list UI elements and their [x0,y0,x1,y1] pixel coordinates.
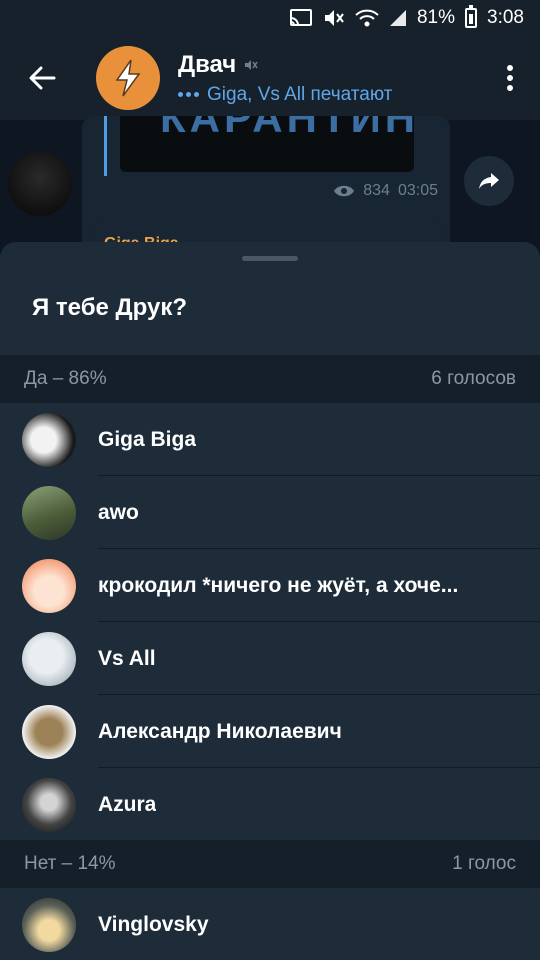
view-count: 834 [363,182,390,199]
typing-status: Giga, Vs All печатают [178,84,480,106]
message-time: 03:05 [397,182,438,199]
voter-row[interactable]: крокодил *ничего не жуёт, а хоче... [0,549,540,622]
cast-icon [289,9,313,27]
quote-bar [104,116,107,176]
sender-avatar[interactable] [8,152,72,216]
wifi-icon [355,8,379,28]
muted-speaker-icon [245,59,258,70]
sheet-grabber[interactable] [242,256,298,261]
image-caption: КАРАНТИН [160,116,414,141]
voter-row[interactable]: Александр Николаевич [0,695,540,768]
share-arrow-icon [479,173,499,189]
lightning-icon [115,59,141,97]
voter-name: awo [98,500,139,524]
avatar [22,704,76,759]
voter-name: Giga Biga [98,427,197,451]
status-bar: 81% 3:08 [0,0,540,36]
signal-icon [389,9,407,27]
channel-avatar[interactable] [96,46,160,110]
telegram-screen: 81% 3:08 Двач Giga, Vs All печатают КАРА… [0,0,540,960]
header-info[interactable]: Двач Giga, Vs All печатают [178,51,480,106]
battery-percent: 81% [416,7,456,28]
clock: 3:08 [487,7,524,28]
chat-area: КАРАНТИН 834 03:05 Giga Biga [0,116,540,333]
voter-row[interactable]: awo [0,476,540,549]
option-vote-count: 6 голосов [431,368,516,389]
voter-name: Александр Николаевич [98,719,342,743]
avatar [22,631,76,686]
typing-text: Giga, Vs All печатают [207,83,393,105]
voter-name: Vs All [98,646,156,670]
avatar [22,558,76,613]
back-button[interactable] [0,36,84,120]
voter-name: Vinglovsky [98,912,209,936]
channel-title: Двач [178,50,237,78]
avatar [22,412,76,467]
voter-name: крокодил *ничего не жуёт, а хоче... [98,573,459,597]
voter-row[interactable]: Vinglovsky [0,888,540,960]
voter-name: Azura [98,792,157,816]
avatar [22,897,76,952]
share-button[interactable] [464,156,514,206]
avatar [22,485,76,540]
voter-row[interactable]: Azura [0,768,540,841]
option-label: Да – 86% [24,368,107,389]
poll-results-sheet: Я тебе Друк? Да – 86% 6 голосов Giga Big… [0,242,540,960]
more-menu-button[interactable] [480,36,540,120]
mute-icon [323,8,345,28]
option-vote-count: 1 голос [452,853,516,874]
avatar [22,777,76,832]
poll-question: Я тебе Друк? [32,294,188,321]
message-image[interactable]: КАРАНТИН [120,116,414,172]
voter-row[interactable]: Giga Biga [0,403,540,476]
arrow-left-icon [29,66,56,90]
option-header: Нет – 14% 1 голос [0,840,540,888]
message-meta: 834 03:05 [333,182,438,200]
chat-header: Двач Giga, Vs All печатают [0,36,540,120]
option-header: Да – 86% 6 голосов [0,355,540,403]
typing-dots-icon [178,92,199,97]
voter-row[interactable]: Vs All [0,622,540,695]
battery-icon [465,5,478,28]
option-label: Нет – 14% [24,853,116,874]
eye-icon [334,185,355,197]
